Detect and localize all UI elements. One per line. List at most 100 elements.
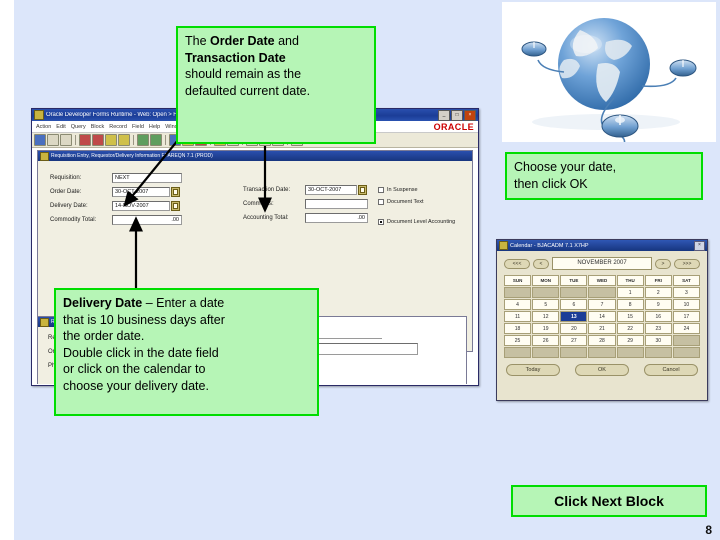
field-transaction-date[interactable]: Transaction Date: 30-OCT-2007 — [243, 185, 373, 195]
transaction-date-calendar-icon[interactable] — [358, 185, 367, 195]
calendar-day-23[interactable]: 23 — [644, 323, 672, 334]
document-level-accounting-checkbox-icon[interactable] — [378, 219, 384, 225]
prev-month-button[interactable]: < — [533, 258, 549, 269]
today-button[interactable]: Today — [506, 364, 560, 376]
comments-input[interactable] — [305, 199, 368, 209]
callout4-label: Click Next Block — [554, 492, 664, 509]
order-date-calendar-icon[interactable] — [171, 187, 180, 197]
calendar-day-29[interactable]: 29 — [616, 335, 644, 346]
callout3-line6: choose your delivery date. — [63, 378, 209, 393]
slide-canvas: Oracle Developer Forms Runtime - Web: Op… — [0, 0, 720, 540]
field-requisition[interactable]: Requisition: NEXT — [50, 173, 235, 183]
calendar-day-22[interactable]: 22 — [616, 323, 644, 334]
prev-year-button[interactable]: <<< — [504, 258, 530, 269]
minimize-icon[interactable]: _ — [438, 109, 450, 121]
copy-icon[interactable] — [92, 134, 104, 146]
checkbox-document-text[interactable]: Document Text — [378, 199, 455, 205]
calendar-day-26[interactable]: 26 — [532, 335, 560, 346]
calendar-day-30[interactable]: 30 — [644, 335, 672, 346]
print-icon[interactable] — [60, 134, 72, 146]
calendar-dialog[interactable]: Calendar - BJACADM 7.1 X7HP × <<< < NOVE… — [496, 239, 708, 401]
calendar-day-3[interactable]: 3 — [672, 287, 700, 298]
calendar-day-10[interactable]: 10 — [672, 299, 700, 310]
menu-item-action[interactable]: Action — [36, 124, 51, 130]
callout1-order-date-bold: Order Date — [210, 34, 275, 48]
calendar-day-16[interactable]: 16 — [644, 311, 672, 322]
callout1-line4: defaulted current date. — [185, 83, 311, 98]
calendar-day-17[interactable]: 17 — [672, 311, 700, 322]
field-delivery-date[interactable]: Delivery Date: 14-NOV-2007 — [50, 201, 235, 211]
calendar-nav[interactable]: <<< < NOVEMBER 2007 > >>> — [504, 257, 700, 270]
transaction-date-input[interactable]: 30-OCT-2007 — [305, 185, 357, 195]
field-accounting-total[interactable]: Accounting Total: .00 — [243, 213, 373, 223]
field-comments[interactable]: Comments: — [243, 199, 373, 209]
menu-item-help[interactable]: Help — [149, 124, 160, 130]
rollback-icon[interactable] — [47, 134, 59, 146]
delivery-date-calendar-icon[interactable] — [171, 201, 180, 211]
maximize-icon[interactable]: □ — [451, 109, 463, 121]
form-icon — [40, 151, 49, 161]
cut-icon[interactable] — [79, 134, 91, 146]
calendar-day-5[interactable]: 5 — [532, 299, 560, 310]
menu-item-field[interactable]: Field — [132, 124, 144, 130]
calendar-close-icon[interactable]: × — [694, 240, 705, 251]
edit-icon[interactable] — [118, 134, 130, 146]
calendar-day-20[interactable]: 20 — [560, 323, 588, 334]
calendar-empty-cell — [672, 335, 700, 346]
calendar-day-19[interactable]: 19 — [532, 323, 560, 334]
calendar-day-7[interactable]: 7 — [588, 299, 616, 310]
calendar-day-28[interactable]: 28 — [588, 335, 616, 346]
checkbox-document-level-accounting[interactable]: Document Level Accounting — [378, 219, 455, 225]
calendar-empty-cell — [560, 287, 588, 298]
menu-item-record[interactable]: Record — [109, 124, 127, 130]
calendar-day-8[interactable]: 8 — [616, 299, 644, 310]
calendar-day-25[interactable]: 25 — [504, 335, 532, 346]
calendar-footer[interactable]: Today OK Cancel — [504, 364, 700, 376]
next-year-button[interactable]: >>> — [674, 258, 700, 269]
requisition-input[interactable]: NEXT — [112, 173, 182, 183]
close-icon[interactable]: × — [464, 109, 476, 121]
calendar-grid[interactable]: SUN MON TUE WED THU FRI SAT 1 2 3 4 5 6 7 8 9 10 1… — [504, 275, 700, 358]
calendar-day-15[interactable]: 15 — [616, 311, 644, 322]
calendar-day-6[interactable]: 6 — [560, 299, 588, 310]
callout3-delivery-date-bold: Delivery Date — [63, 296, 143, 310]
calendar-day-11[interactable]: 11 — [504, 311, 532, 322]
calendar-day-13[interactable]: 13 — [560, 311, 588, 322]
callout2-line1: Choose your date, — [514, 160, 617, 174]
calendar-day-14[interactable]: 14 — [588, 311, 616, 322]
callout1-line3: should remain as the — [185, 67, 302, 81]
field-commodity-total[interactable]: Commodity Total: .00 — [50, 215, 235, 225]
calendar-day-1[interactable]: 1 — [616, 287, 644, 298]
in-suspense-label: In Suspense — [387, 187, 418, 193]
calendar-day-9[interactable]: 9 — [644, 299, 672, 310]
menu-item-edit[interactable]: Edit — [56, 124, 65, 130]
accounting-total-input[interactable]: .00 — [305, 213, 368, 223]
calendar-day-12[interactable]: 12 — [532, 311, 560, 322]
calendar-day-27[interactable]: 27 — [560, 335, 588, 346]
in-suspense-checkbox-icon[interactable] — [378, 187, 384, 193]
delivery-date-input[interactable]: 14-NOV-2007 — [112, 201, 170, 211]
callout1-line1-post: and — [274, 34, 299, 48]
cancel-button[interactable]: Cancel — [644, 364, 698, 376]
comments-label: Comments: — [243, 201, 274, 207]
order-date-input[interactable]: 30-OCT-2007 — [112, 187, 170, 197]
calendar-day-21[interactable]: 21 — [588, 323, 616, 334]
query-icon[interactable] — [150, 134, 162, 146]
checkbox-in-suspense[interactable]: In Suspense — [378, 187, 455, 193]
help-icon[interactable] — [137, 134, 149, 146]
document-text-checkbox-icon[interactable] — [378, 199, 384, 205]
menu-item-block[interactable]: Block — [91, 124, 104, 130]
menu-item-query[interactable]: Query — [71, 124, 86, 130]
window-controls[interactable]: _ □ × — [438, 109, 476, 121]
ok-button[interactable]: OK — [575, 364, 629, 376]
calendar-day-24[interactable]: 24 — [672, 323, 700, 334]
commodity-total-input[interactable]: .00 — [112, 215, 182, 225]
calendar-day-18[interactable]: 18 — [504, 323, 532, 334]
paste-icon[interactable] — [105, 134, 117, 146]
next-month-button[interactable]: > — [655, 258, 671, 269]
calendar-day-4[interactable]: 4 — [504, 299, 532, 310]
callout-delivery-date: Delivery Date – Enter a date that is 10 … — [54, 288, 319, 416]
save-icon[interactable] — [34, 134, 46, 146]
calendar-day-2[interactable]: 2 — [644, 287, 672, 298]
field-order-date[interactable]: Order Date: 30-OCT-2007 — [50, 187, 235, 197]
